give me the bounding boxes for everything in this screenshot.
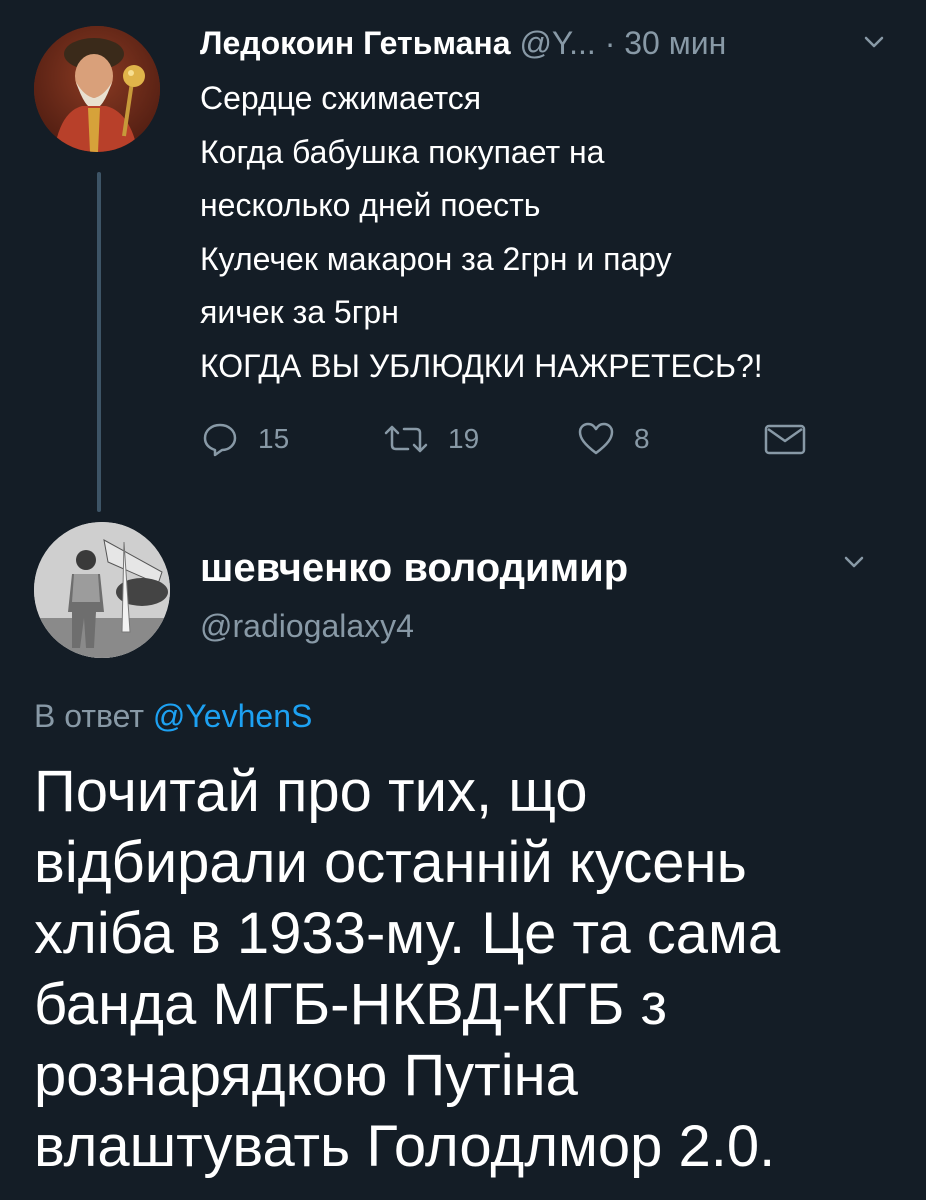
reply-author-name[interactable]: шевченко володимир xyxy=(200,540,628,596)
reply-button[interactable]: 15 xyxy=(200,414,289,464)
envelope-icon xyxy=(764,424,806,455)
tweet-text-line: Сердце сжимается xyxy=(200,80,482,116)
reply-text-line: Почитай про тих, що xyxy=(34,759,588,824)
reply-mention-link[interactable]: @YevhenS xyxy=(153,698,312,734)
tweet-text-line: несколько дней поесть xyxy=(200,187,541,223)
retweet-icon xyxy=(384,425,428,453)
tweet-text: Сердце сжимается Когда бабушка покупает … xyxy=(200,72,910,393)
tweet-actions-bar: 15 19 8 xyxy=(200,414,840,464)
chevron-down-icon[interactable] xyxy=(838,546,870,578)
tweet-thread-screen: Ледокоин Гетьмана @Y... · 30 мин Сердце … xyxy=(0,0,926,1200)
heart-icon xyxy=(578,422,614,455)
thread-connector-line xyxy=(97,172,101,512)
tweet-text-line: яичек за 5грн xyxy=(200,294,399,330)
user-avatar[interactable] xyxy=(34,26,160,152)
replying-to-label: В ответ @YevhenS xyxy=(34,694,312,738)
retweet-button[interactable]: 19 xyxy=(382,414,479,464)
reply-text-line: хліба в 1933-му. Це та сама xyxy=(34,901,781,966)
tweet-timestamp[interactable]: · 30 мин xyxy=(605,25,727,61)
tweet-text-line: КОГДА ВЫ УБЛЮДКИ НАЖРЕТЕСЬ?! xyxy=(200,347,763,384)
tweet-text-line: Когда бабушка покупает на xyxy=(200,133,605,170)
replying-to-prefix: В ответ xyxy=(34,698,145,734)
like-button[interactable]: 8 xyxy=(576,414,650,464)
retweet-count: 19 xyxy=(448,423,480,454)
photo-man-with-aircraft-avatar-icon xyxy=(34,522,170,658)
tweet-text-line: Кулечек макарон за 2грн и пару xyxy=(200,240,672,277)
tweet-header: Ледокоин Гетьмана @Y... · 30 мин xyxy=(200,20,900,66)
reply-text-line: банда МГБ-НКВД-КГБ з xyxy=(34,972,668,1037)
original-tweet[interactable]: Ледокоин Гетьмана @Y... · 30 мин Сердце … xyxy=(0,0,926,520)
direct-message-button[interactable] xyxy=(762,414,808,464)
chevron-down-icon[interactable] xyxy=(858,26,890,58)
author-handle[interactable]: @Y... xyxy=(519,25,595,61)
reply-text-line: відбирали останній кусень xyxy=(34,830,747,895)
author-name[interactable]: Ледокоин Гетьмана xyxy=(200,25,511,61)
portrait-hetman-avatar-icon xyxy=(34,26,160,152)
reply-text-line: рознарядкою Путіна xyxy=(34,1043,578,1108)
reply-text-line: влаштувать Голодлмор 2.0. xyxy=(34,1114,776,1179)
reply-icon xyxy=(203,423,237,457)
reply-user-avatar[interactable] xyxy=(34,522,170,658)
reply-author-handle[interactable]: @radiogalaxy4 xyxy=(200,604,414,648)
reply-count: 15 xyxy=(258,423,290,454)
like-count: 8 xyxy=(634,423,650,454)
reply-tweet-text: Почитай про тих, що відбирали останній к… xyxy=(34,756,904,1182)
